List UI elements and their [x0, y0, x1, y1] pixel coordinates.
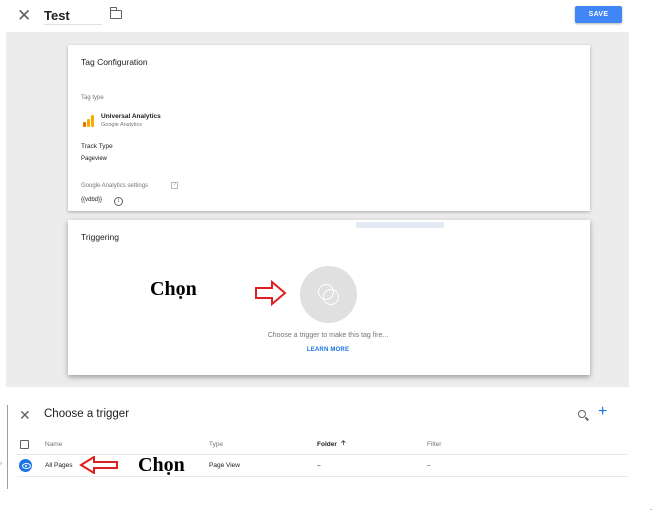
trigger-folder: –	[317, 462, 321, 469]
left-edge-line	[7, 405, 8, 489]
tag-configuration-card[interactable]: Tag Configuration Tag type Universal Ana…	[68, 45, 590, 211]
close-icon[interactable]: ✕	[17, 7, 31, 24]
learn-more-link[interactable]: LEARN MORE	[228, 347, 428, 353]
eye-icon[interactable]	[19, 459, 32, 472]
info-icon[interactable]: i	[114, 197, 123, 206]
help-icon[interactable]: ?	[171, 182, 178, 189]
annotation-arrow-right-icon	[255, 280, 287, 306]
tag-type-label: Tag type	[81, 95, 104, 101]
trigger-filter: –	[427, 462, 431, 469]
select-all-checkbox[interactable]	[20, 440, 29, 449]
column-header-filter[interactable]: Filter	[427, 441, 441, 448]
tag-title-input[interactable]	[44, 7, 102, 25]
trigger-type: Page View	[209, 462, 240, 469]
annotation-label-top: Chọn	[150, 278, 197, 300]
trigger-empty-message: Choose a trigger to make this tag fire..…	[267, 332, 389, 339]
track-type-value: Pageview	[81, 156, 108, 162]
column-header-folder[interactable]: Folder	[317, 441, 337, 448]
search-icon[interactable]	[578, 410, 586, 418]
row-divider	[17, 476, 627, 477]
save-button[interactable]: SAVE	[575, 6, 622, 23]
ga-logo-icon	[83, 115, 94, 127]
column-header-name[interactable]: Name	[45, 441, 62, 448]
editor-topbar: ✕ SAVE	[0, 0, 655, 32]
ga-settings-value: {{vdbd}}	[81, 197, 103, 203]
column-header-type[interactable]: Type	[209, 441, 223, 448]
panel-close-icon[interactable]: ✕	[19, 408, 31, 422]
corner-mark	[650, 509, 652, 510]
left-edge-caret-icon: ›	[0, 461, 2, 467]
plus-icon[interactable]: +	[598, 404, 607, 420]
faded-background-text	[356, 222, 444, 228]
ga-settings-label: Google Analytics settings	[81, 183, 149, 189]
trigger-placeholder-icon[interactable]	[300, 266, 357, 323]
annotation-label-bottom: Chọn	[138, 454, 185, 476]
annotation-arrow-left-icon	[79, 456, 118, 474]
tag-configuration-heading: Tag Configuration	[81, 57, 148, 67]
trigger-name[interactable]: All Pages	[45, 462, 72, 469]
folder-icon[interactable]	[109, 7, 122, 19]
tag-type-vendor: Google Analytics	[101, 122, 142, 128]
triggering-heading: Triggering	[81, 232, 119, 242]
track-type-label: Track Type	[81, 143, 113, 150]
panel-title: Choose a trigger	[44, 408, 130, 420]
choose-trigger-panel: ✕ Choose a trigger + Name Type Folder 🡡 …	[0, 398, 655, 488]
sort-arrow-icon[interactable]: 🡡	[341, 439, 346, 450]
tag-type-name: Universal Analytics	[101, 113, 161, 120]
